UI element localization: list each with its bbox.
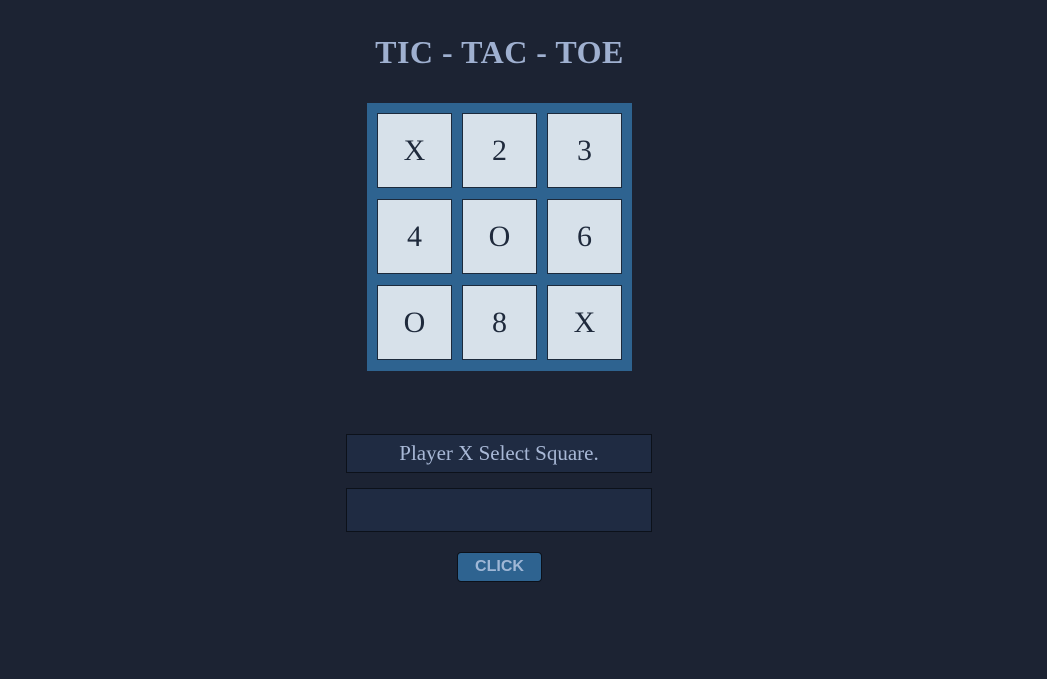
- game-board: X 2 3 4 O 6 O 8 X: [367, 103, 632, 371]
- board-cell-7[interactable]: O: [377, 285, 452, 360]
- board-cell-2[interactable]: 2: [462, 113, 537, 188]
- board-cell-4[interactable]: 4: [377, 199, 452, 274]
- board-cell-6[interactable]: 6: [547, 199, 622, 274]
- click-button[interactable]: CLICK: [457, 552, 542, 582]
- board-cell-1[interactable]: X: [377, 113, 452, 188]
- board-cell-8[interactable]: 8: [462, 285, 537, 360]
- page-title: TIC - TAC - TOE: [375, 34, 624, 70]
- board-cell-3[interactable]: 3: [547, 113, 622, 188]
- status-message: Player X Select Square.: [346, 434, 652, 473]
- board-cell-5[interactable]: O: [462, 199, 537, 274]
- square-input[interactable]: [346, 488, 652, 532]
- board-cell-9[interactable]: X: [547, 285, 622, 360]
